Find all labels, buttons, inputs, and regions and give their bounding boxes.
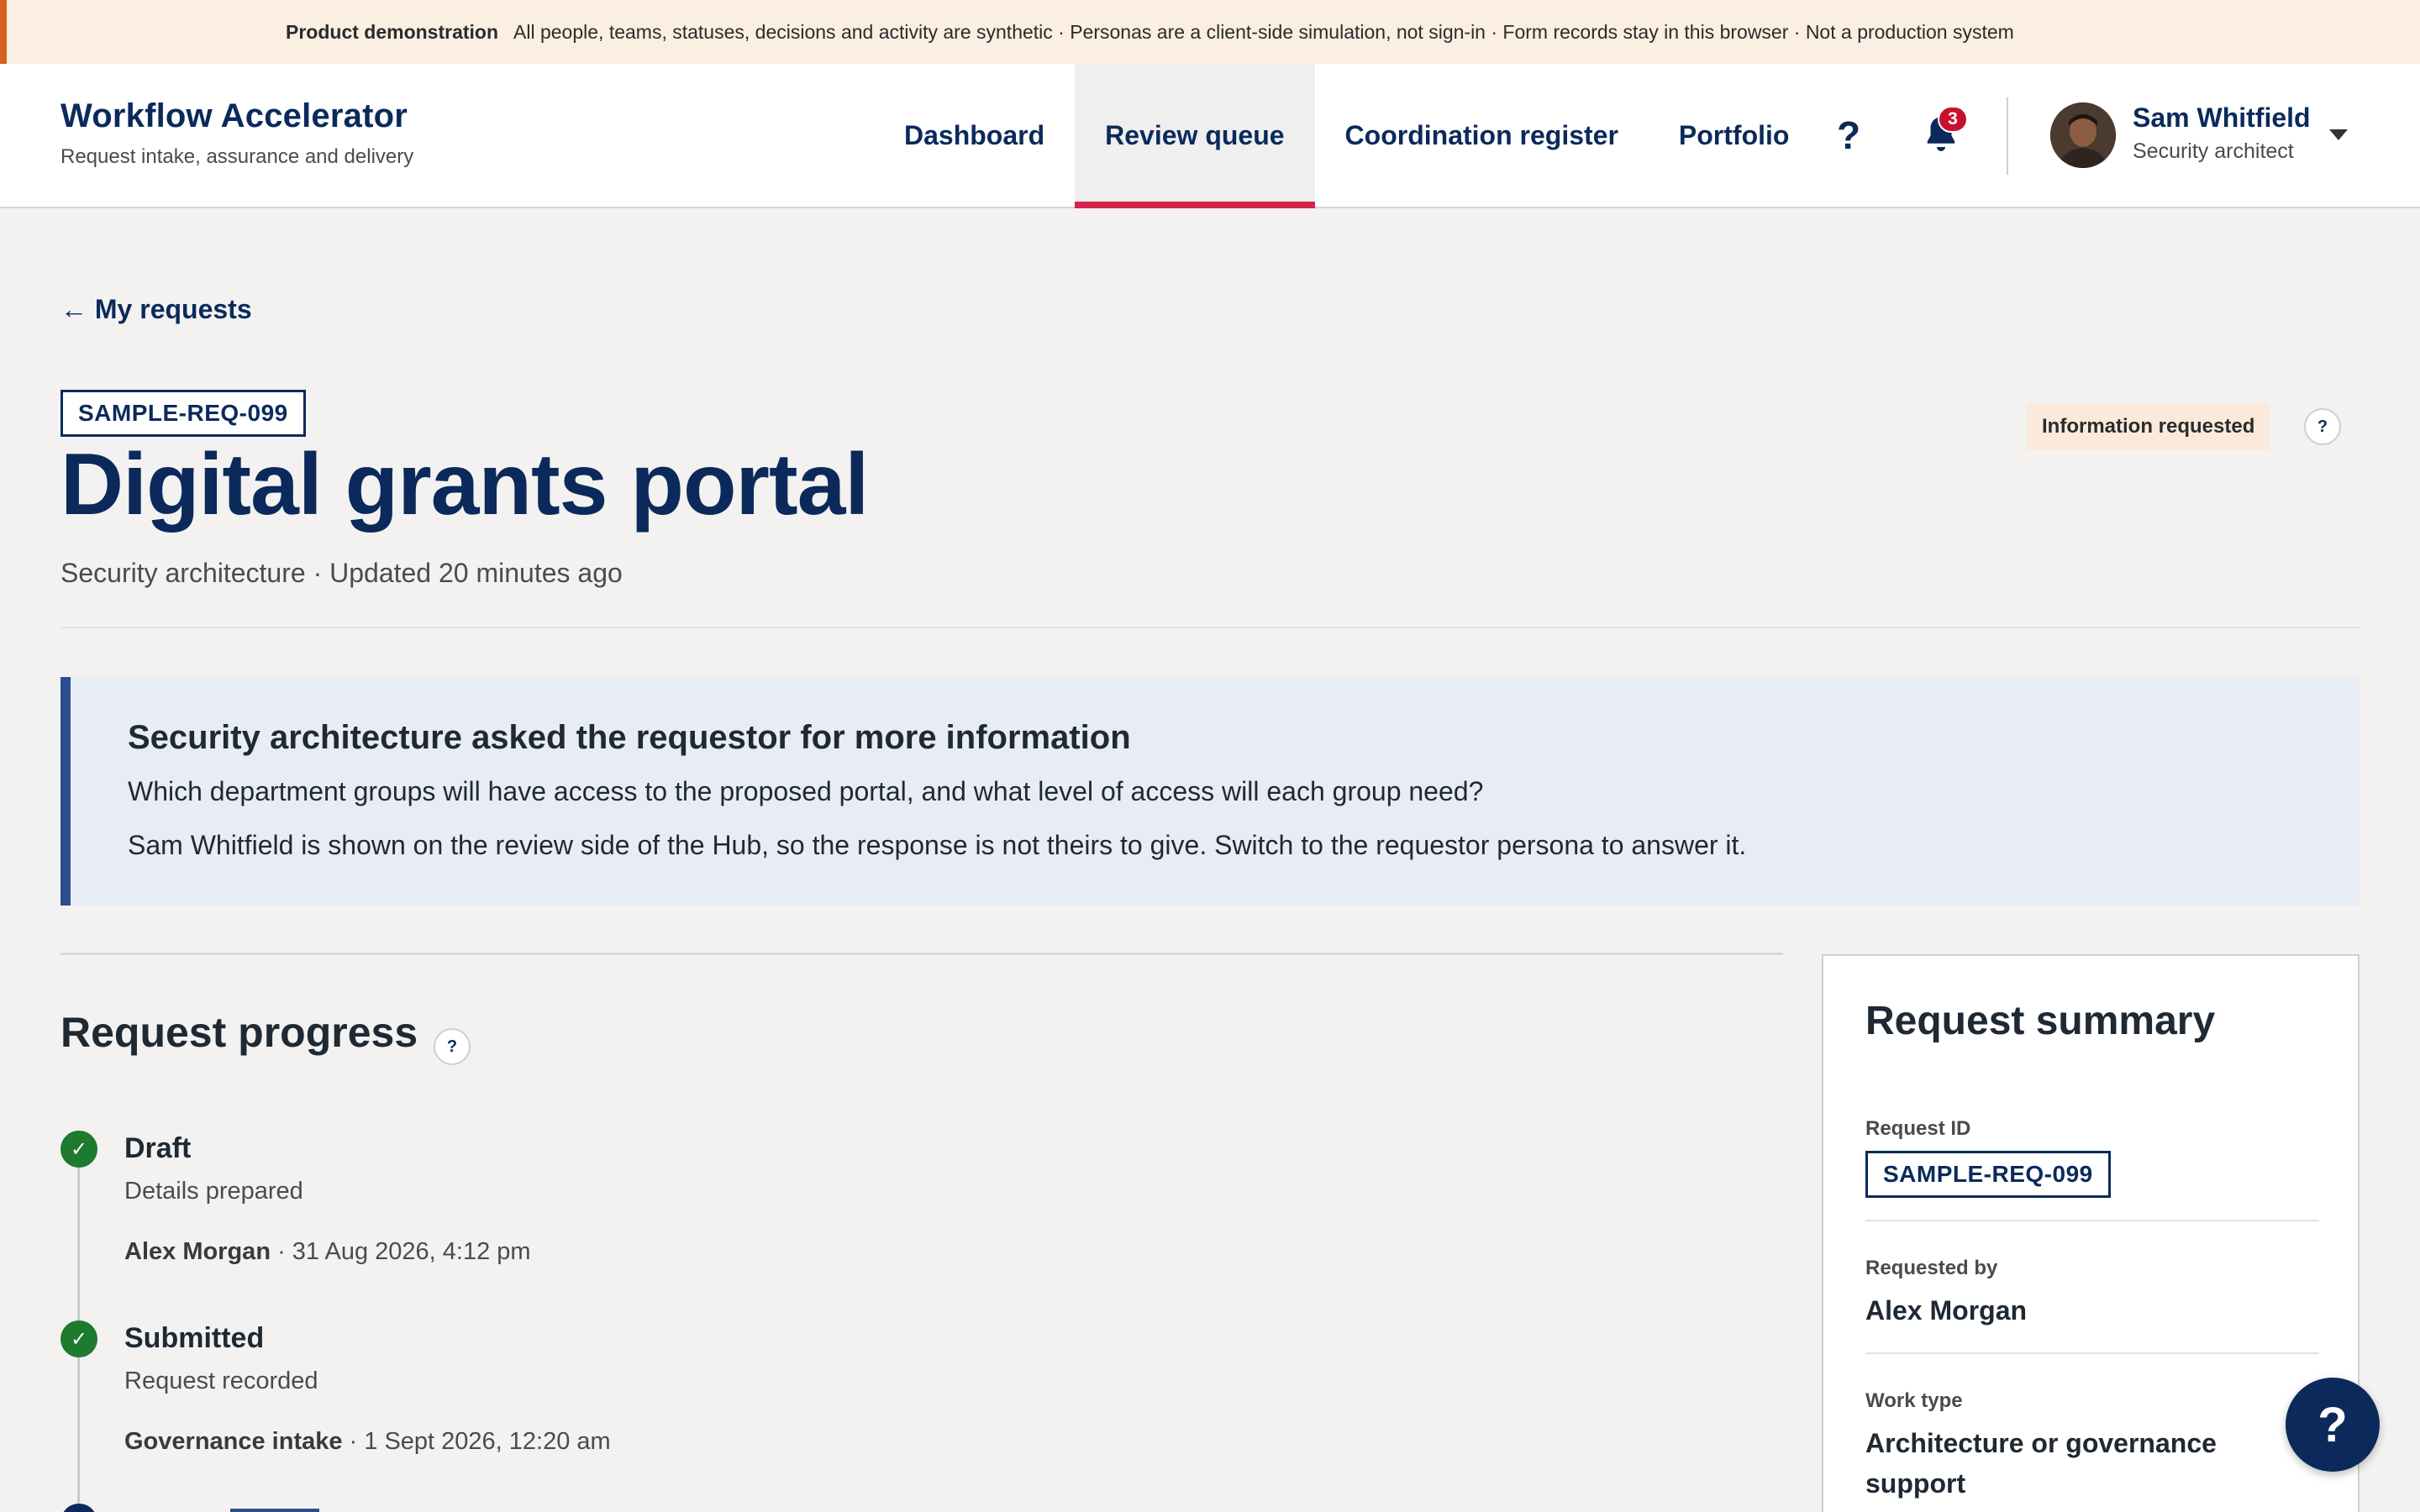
question-icon[interactable]: ? — [1823, 106, 1874, 165]
summary-request-id: SAMPLE-REQ-099 — [1865, 1151, 2111, 1198]
step-time: · 31 Aug 2026, 4:12 pm — [271, 1238, 531, 1265]
step-time: · 1 Sept 2026, 12:20 am — [342, 1428, 611, 1455]
brand-title[interactable]: Workflow Accelerator — [60, 97, 413, 135]
step-meta: Alex Morgan · 31 Aug 2026, 4:12 pm — [124, 1238, 531, 1266]
request-summary-card: Request summary Request ID SAMPLE-REQ-09… — [1822, 954, 2360, 1512]
step-badge — [230, 1509, 319, 1512]
nav-review-queue[interactable]: Review queue — [1075, 64, 1315, 208]
summary-title: Request summary — [1865, 999, 2216, 1043]
step-actor: Alex Morgan — [124, 1238, 271, 1265]
page-title: Digital grants portal — [60, 436, 869, 533]
divider — [60, 953, 1783, 955]
nav-dashboard[interactable]: Dashboard — [874, 64, 1075, 207]
user-role: Security architect — [2133, 139, 2294, 163]
user-name[interactable]: Sam Whitfield — [2133, 102, 2311, 134]
step-meta: Governance intake · 1 Sept 2026, 12:20 a… — [124, 1428, 611, 1456]
summary-work-type: Architecture or governance support — [1865, 1428, 2217, 1499]
divider — [60, 627, 2360, 628]
callout-question: Which department groups will have access… — [128, 776, 1484, 806]
info-request-callout: Security architecture asked the requesto… — [60, 677, 2360, 906]
page-meta: Security architecture · Updated 20 minut… — [60, 558, 623, 588]
notification-count-badge: 3 — [1938, 106, 1968, 133]
progress-help-icon[interactable]: ? — [434, 1028, 471, 1065]
demo-banner-text: All people, teams, statuses, decisions a… — [513, 20, 2014, 43]
chevron-down-icon[interactable] — [2329, 129, 2348, 140]
divider — [1865, 1220, 2319, 1221]
step-title: Draft — [124, 1132, 192, 1164]
step-actor: Governance intake — [124, 1428, 343, 1455]
summary-requested-by: Alex Morgan — [1865, 1295, 2028, 1326]
summary-label: Request ID — [1865, 1117, 1971, 1140]
nav-coordination-register[interactable]: Coordination register — [1315, 64, 1649, 207]
demo-banner: Product demonstration All people, teams,… — [0, 0, 2420, 64]
nav-portfolio[interactable]: Portfolio — [1649, 64, 1820, 207]
summary-label: Work type — [1865, 1389, 1963, 1412]
request-id-badge: SAMPLE-REQ-099 — [60, 390, 306, 437]
brand-subtitle: Request intake, assurance and delivery — [60, 145, 414, 168]
app-header: Workflow Accelerator Request intake, ass… — [0, 64, 2420, 208]
check-icon: ✓ — [60, 1131, 97, 1168]
callout-note: Sam Whitfield is shown on the review sid… — [128, 830, 1747, 860]
progress-title: Request progress — [60, 1009, 418, 1056]
main-nav: Dashboard Review queue Coordination regi… — [874, 64, 1820, 208]
step-description: Details prepared — [124, 1178, 303, 1205]
step-description: Request recorded — [124, 1368, 318, 1394]
status-badge: Information requested — [2027, 403, 2270, 450]
avatar[interactable] — [2050, 102, 2116, 168]
demo-banner-tag: Product demonstration — [286, 20, 499, 43]
divider — [1865, 1352, 2319, 1354]
floating-help-button[interactable]: ? — [2286, 1378, 2380, 1472]
callout-title: Security architecture asked the requesto… — [128, 719, 1131, 756]
step-title: Submitted — [124, 1322, 265, 1354]
check-icon: ✓ — [60, 1320, 97, 1357]
step-dot — [60, 1504, 97, 1512]
brand[interactable]: Workflow Accelerator Request intake, ass… — [60, 97, 413, 169]
status-help-icon[interactable]: ? — [2304, 408, 2341, 445]
back-link[interactable]: ← My requests — [60, 294, 252, 325]
summary-label: Requested by — [1865, 1257, 1998, 1279]
header-divider — [2007, 97, 2008, 175]
